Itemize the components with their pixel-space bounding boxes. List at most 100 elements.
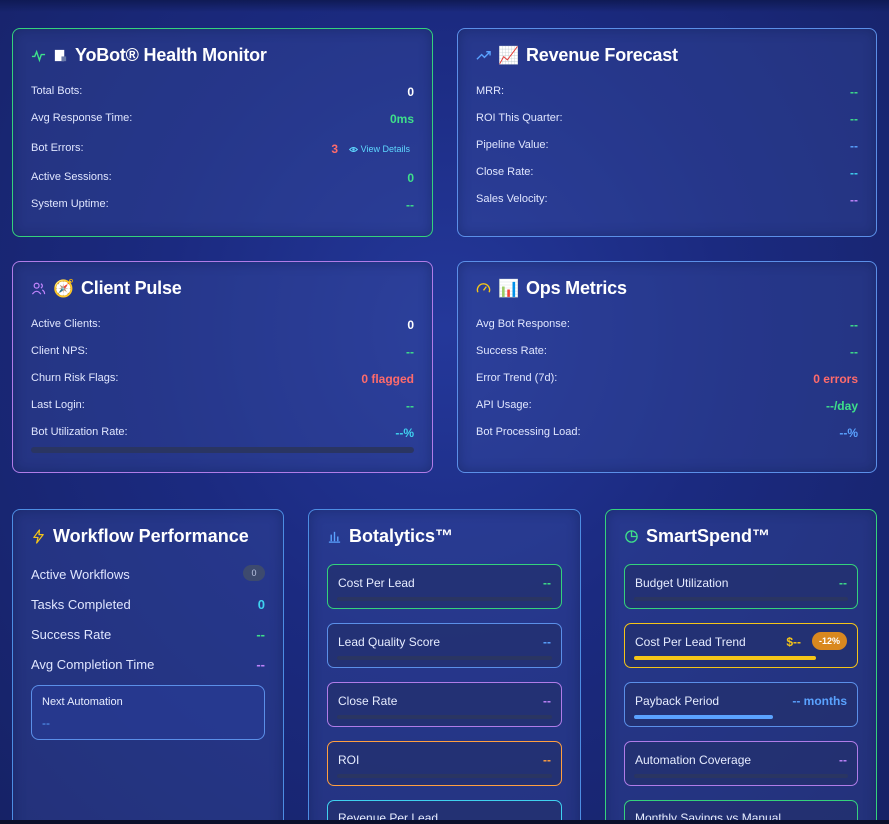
row-value: 0ms — [389, 112, 414, 126]
row-value: --% — [839, 426, 858, 440]
row-value: --% — [395, 426, 414, 440]
bot-errors-row: Bot Errors: 3 View Details — [31, 133, 414, 165]
active-workflows-row: Active Workflows 0 — [31, 563, 265, 587]
row-label: Last Login: — [31, 399, 85, 411]
metric-progress-fill — [634, 656, 816, 660]
metric-progress — [634, 715, 848, 719]
row-label: Churn Risk Flags: — [31, 372, 119, 384]
system-uptime-row: System Uptime: -- — [31, 192, 414, 219]
view-details-link[interactable]: View Details — [348, 144, 410, 154]
close-rate-metric[interactable]: Close Rate -- — [327, 682, 562, 727]
row-value: -- — [850, 139, 858, 153]
metric-label: Payback Period — [635, 694, 720, 708]
revenue-forecast-card: 📈 Revenue Forecast MRR: -- ROI This Quar… — [457, 28, 877, 237]
row-value: -- — [850, 85, 858, 99]
row-value: 0 errors — [813, 372, 858, 386]
roi-quarter-row: ROI This Quarter: -- — [476, 106, 858, 133]
error-trend-row: Error Trend (7d): 0 errors — [476, 366, 858, 393]
botalytics-title: Botalytics™ — [327, 526, 453, 547]
metric-progress — [337, 774, 552, 778]
close-rate-row: Close Rate: -- — [476, 160, 858, 187]
budget-utilization-metric[interactable]: Budget Utilization -- — [624, 564, 858, 609]
row-label: Bot Processing Load: — [476, 426, 581, 438]
client-nps-row: Client NPS: -- — [31, 339, 414, 366]
metric-label: Automation Coverage — [635, 753, 752, 767]
row-value: -- — [256, 657, 265, 672]
smartspend-title-text: SmartSpend™ — [646, 526, 771, 546]
row-value: -- — [256, 627, 265, 642]
health-monitor-title-text: YoBot® Health Monitor — [75, 45, 267, 65]
view-details-label: View Details — [360, 144, 410, 154]
lead-quality-metric[interactable]: Lead Quality Score -- — [327, 623, 562, 668]
row-value: -- — [406, 198, 414, 212]
ops-metrics-card: 📊 Ops Metrics Avg Bot Response: -- Succe… — [457, 261, 877, 473]
client-pulse-title-text: Client Pulse — [80, 278, 182, 298]
next-automation-value: -- — [42, 716, 50, 730]
row-label: Bot Errors: — [31, 142, 84, 154]
metric-value: -- months — [792, 694, 847, 708]
broken-image-icon — [54, 49, 67, 62]
botalytics-title-text: Botalytics™ — [349, 526, 454, 546]
cost-per-lead-trend-metric[interactable]: Cost Per Lead Trend $-- -12% — [624, 623, 858, 668]
row-label: Pipeline Value: — [476, 139, 549, 151]
metric-value: -- — [839, 576, 847, 590]
roi-metric[interactable]: ROI -- — [327, 741, 562, 786]
last-login-row: Last Login: -- — [31, 393, 414, 420]
avg-bot-response-row: Avg Bot Response: -- — [476, 312, 858, 339]
metric-progress — [634, 774, 848, 778]
tasks-completed-row: Tasks Completed 0 — [31, 593, 265, 617]
row-value: 0 — [257, 597, 265, 612]
ops-metrics-title: 📊 Ops Metrics — [476, 278, 627, 299]
row-label: Avg Response Time: — [31, 112, 133, 124]
client-pulse-card: 🧭 Client Pulse Active Clients: 0 Client … — [12, 261, 433, 473]
row-label: Success Rate — [31, 627, 112, 642]
row-value: --/day — [825, 399, 858, 413]
workflow-performance-title: Workflow Performance — [31, 526, 249, 547]
sales-velocity-row: Sales Velocity: -- — [476, 187, 858, 214]
row-label: Active Sessions: — [31, 171, 112, 183]
client-pulse-title: 🧭 Client Pulse — [31, 278, 182, 299]
row-value: 0 — [407, 318, 414, 332]
ops-metrics-title-text: Ops Metrics — [525, 278, 627, 298]
row-label: Tasks Completed — [31, 597, 131, 612]
pie-chart-icon — [625, 530, 638, 543]
row-label: ROI This Quarter: — [476, 112, 563, 124]
metric-progress — [337, 656, 552, 660]
health-monitor-title: YoBot® Health Monitor — [31, 45, 267, 66]
payback-period-metric[interactable]: Payback Period -- months — [624, 682, 858, 727]
automation-coverage-metric[interactable]: Automation Coverage -- — [624, 741, 858, 786]
bottom-edge — [0, 820, 889, 824]
metric-label: Cost Per Lead — [338, 576, 415, 590]
row-value: -- — [850, 166, 858, 180]
row-value: -- — [850, 318, 858, 332]
bar-chart-icon — [328, 531, 341, 543]
row-label: System Uptime: — [31, 198, 109, 210]
success-rate-row: Success Rate -- — [31, 623, 265, 647]
avg-response-row: Avg Response Time: 0ms — [31, 106, 414, 133]
pipeline-value-row: Pipeline Value: -- — [476, 133, 858, 160]
compass-icon: 🧭 — [53, 279, 74, 298]
churn-risk-row: Churn Risk Flags: 0 flagged — [31, 366, 414, 393]
row-label: Client NPS: — [31, 345, 88, 357]
row-label: Bot Utilization Rate: — [31, 426, 128, 438]
revenue-forecast-title: 📈 Revenue Forecast — [476, 45, 678, 66]
revenue-forecast-title-text: Revenue Forecast — [525, 45, 678, 65]
metric-progress-fill — [634, 715, 774, 719]
metric-progress — [634, 597, 848, 601]
next-automation-box[interactable]: Next Automation -- — [31, 685, 265, 740]
bar-chart-icon: 📊 — [498, 279, 519, 298]
cost-per-lead-metric[interactable]: Cost Per Lead -- — [327, 564, 562, 609]
metric-progress — [337, 597, 552, 601]
bot-processing-row: Bot Processing Load: --% — [476, 420, 858, 447]
row-value: 0 — [407, 85, 414, 99]
row-value: -- — [850, 345, 858, 359]
pulse-icon — [31, 49, 46, 63]
total-bots-row: Total Bots: 0 — [31, 79, 414, 106]
row-label: Close Rate: — [476, 166, 534, 178]
metric-label: Lead Quality Score — [338, 635, 441, 649]
eye-icon — [348, 146, 358, 152]
bot-utilization-row: Bot Utilization Rate: --% — [31, 420, 414, 447]
metric-value: -- — [543, 753, 551, 767]
health-monitor-card: YoBot® Health Monitor Total Bots: 0 Avg … — [12, 28, 433, 237]
row-value: 3 — [331, 142, 338, 156]
